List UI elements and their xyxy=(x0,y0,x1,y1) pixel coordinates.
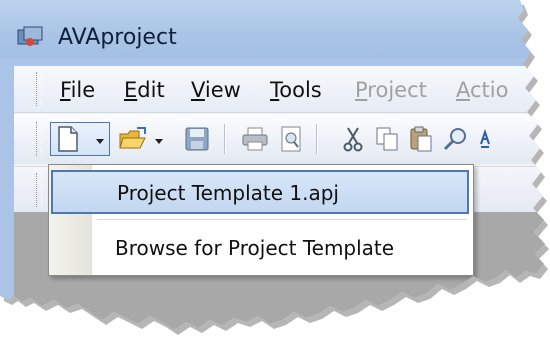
menu-tools-mnemonic: T xyxy=(270,78,280,102)
open-dropdown-arrow-icon[interactable] xyxy=(155,139,163,144)
menu-file-label: ile xyxy=(70,78,96,102)
menu-view-label: iew xyxy=(204,78,241,102)
window-title: AVAproject xyxy=(58,25,177,50)
menu-actions-mnemonic: A xyxy=(456,78,470,102)
menu-edit-mnemonic: E xyxy=(124,78,138,102)
save-icon xyxy=(185,127,209,151)
menu-divider xyxy=(97,219,467,220)
toolbar-separator xyxy=(316,124,317,154)
menu-view-mnemonic: V xyxy=(191,78,205,102)
paste-icon xyxy=(409,126,433,152)
menu-item-label: Browse for Project Template xyxy=(115,236,395,260)
menu-edit[interactable]: Edit xyxy=(124,78,165,102)
menu-item-browse-template[interactable]: Browse for Project Template xyxy=(51,226,469,270)
find-button[interactable] xyxy=(440,124,470,154)
menu-view[interactable]: View xyxy=(191,78,241,102)
toolbar-separator xyxy=(224,124,225,154)
cut-button[interactable] xyxy=(338,124,368,154)
new-file-button[interactable] xyxy=(53,124,83,154)
sort-button[interactable] xyxy=(474,124,504,154)
open-folder-icon xyxy=(119,127,147,151)
menu-file-mnemonic: F xyxy=(60,78,71,102)
menu-project[interactable]: Project xyxy=(355,78,427,102)
title-bar[interactable]: AVAproject xyxy=(0,0,550,58)
open-button[interactable] xyxy=(118,124,148,154)
menu-file[interactable]: File xyxy=(60,78,95,102)
menu-tools[interactable]: Tools xyxy=(270,78,322,102)
copy-button[interactable] xyxy=(372,124,402,154)
menu-actions[interactable]: Actio xyxy=(456,78,508,102)
secondary-toolbar-grip[interactable] xyxy=(36,173,42,207)
print-preview-button[interactable] xyxy=(276,124,306,154)
print-icon xyxy=(242,127,268,151)
menu-edit-label: dit xyxy=(137,78,165,102)
new-dropdown-arrow-icon[interactable] xyxy=(96,139,104,144)
menu-project-mnemonic: P xyxy=(355,78,368,102)
new-file-icon xyxy=(57,126,79,152)
menu-tools-label: ools xyxy=(279,78,322,102)
menu-actions-label: ctio xyxy=(470,78,509,102)
print-preview-icon xyxy=(279,126,303,152)
find-icon xyxy=(442,126,468,152)
screenshot-stage: AVAproject File Edit View Tools Project … xyxy=(0,0,550,342)
sort-icon xyxy=(477,126,501,152)
print-button[interactable] xyxy=(240,124,270,154)
paste-button[interactable] xyxy=(406,124,436,154)
menu-item-project-template-1[interactable]: Project Template 1.apj xyxy=(51,170,469,214)
toolbar-grip[interactable] xyxy=(36,122,42,156)
save-button[interactable] xyxy=(182,124,212,154)
copy-icon xyxy=(375,126,399,152)
cut-icon xyxy=(342,126,364,152)
new-project-template-menu: Project Template 1.apj Browse for Projec… xyxy=(48,164,474,276)
menubar-grip[interactable] xyxy=(36,72,42,106)
menu-project-label: roject xyxy=(367,78,427,102)
menu-item-label: Project Template 1.apj xyxy=(117,181,339,205)
app-icon xyxy=(16,26,44,48)
